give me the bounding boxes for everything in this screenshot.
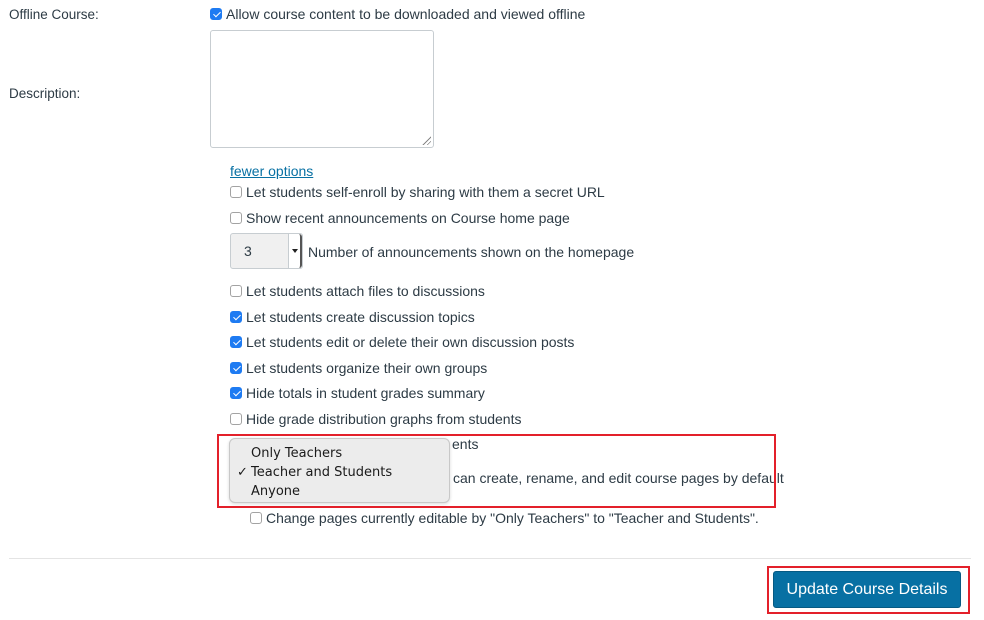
offline-course-checkbox-label: Allow course content to be downloaded an…: [226, 6, 586, 22]
hide-distribution-checkbox[interactable]: [230, 413, 242, 425]
checkmark-icon: ✓: [237, 465, 248, 480]
change-pages-checkbox[interactable]: [250, 512, 262, 524]
page-edit-permission-dropdown[interactable]: Only Teachers ✓ Teacher and Students Any…: [229, 438, 450, 503]
option-label: Let students create discussion topics: [246, 309, 475, 325]
description-label: Description:: [9, 86, 81, 101]
offline-course-option[interactable]: Allow course content to be downloaded an…: [210, 6, 585, 22]
option-organize-groups[interactable]: Let students organize their own groups: [230, 360, 487, 376]
option-label: Hide grade distribution graphs from stud…: [246, 411, 522, 427]
option-label: Let students self-enroll by sharing with…: [246, 184, 605, 200]
offline-course-label: Offline Course:: [9, 7, 99, 22]
dropdown-option-only-teachers[interactable]: Only Teachers: [230, 444, 449, 463]
option-label: Show recent announcements on Course home…: [246, 210, 570, 226]
option-attach-files[interactable]: Let students attach files to discussions: [230, 283, 485, 299]
dropdown-arrow-icon[interactable]: [288, 234, 302, 268]
create-topics-checkbox[interactable]: [230, 311, 242, 323]
option-create-topics[interactable]: Let students create discussion topics: [230, 309, 475, 325]
dropdown-option-anyone[interactable]: Anyone: [230, 482, 449, 501]
announcements-count-label: Number of announcements shown on the hom…: [308, 244, 635, 260]
divider: [9, 558, 971, 559]
option-label: Let students organize their own groups: [246, 360, 488, 376]
self-enroll-checkbox[interactable]: [230, 186, 242, 198]
organize-groups-checkbox[interactable]: [230, 362, 242, 374]
announcements-count-select[interactable]: 3: [230, 233, 303, 269]
announcements-count-value: 3: [244, 243, 252, 259]
update-course-details-button[interactable]: Update Course Details: [773, 571, 961, 608]
show-announcements-checkbox[interactable]: [230, 212, 242, 224]
option-change-pages[interactable]: Change pages currently editable by "Only…: [250, 510, 759, 526]
option-self-enroll[interactable]: Let students self-enroll by sharing with…: [230, 184, 605, 200]
option-label: Hide totals in student grades summary: [246, 385, 485, 401]
offline-course-checkbox[interactable]: [210, 8, 222, 20]
option-label: Let students attach files to discussions: [246, 283, 485, 299]
option-hide-totals[interactable]: Hide totals in student grades summary: [230, 385, 485, 401]
edit-delete-posts-checkbox[interactable]: [230, 336, 242, 348]
attach-files-checkbox[interactable]: [230, 285, 242, 297]
hide-totals-checkbox[interactable]: [230, 387, 242, 399]
option-edit-delete-posts[interactable]: Let students edit or delete their own di…: [230, 334, 574, 350]
description-textarea[interactable]: [210, 30, 434, 148]
fewer-options-link[interactable]: fewer options: [230, 163, 313, 179]
resize-handle-icon[interactable]: [421, 135, 431, 145]
option-label: Let students edit or delete their own di…: [246, 334, 575, 350]
option-label: Change pages currently editable by "Only…: [266, 510, 759, 526]
dropdown-option-teacher-and-students[interactable]: ✓ Teacher and Students: [230, 463, 449, 482]
option-hide-distribution[interactable]: Hide grade distribution graphs from stud…: [230, 411, 521, 427]
option-show-announcements[interactable]: Show recent announcements on Course home…: [230, 210, 570, 226]
